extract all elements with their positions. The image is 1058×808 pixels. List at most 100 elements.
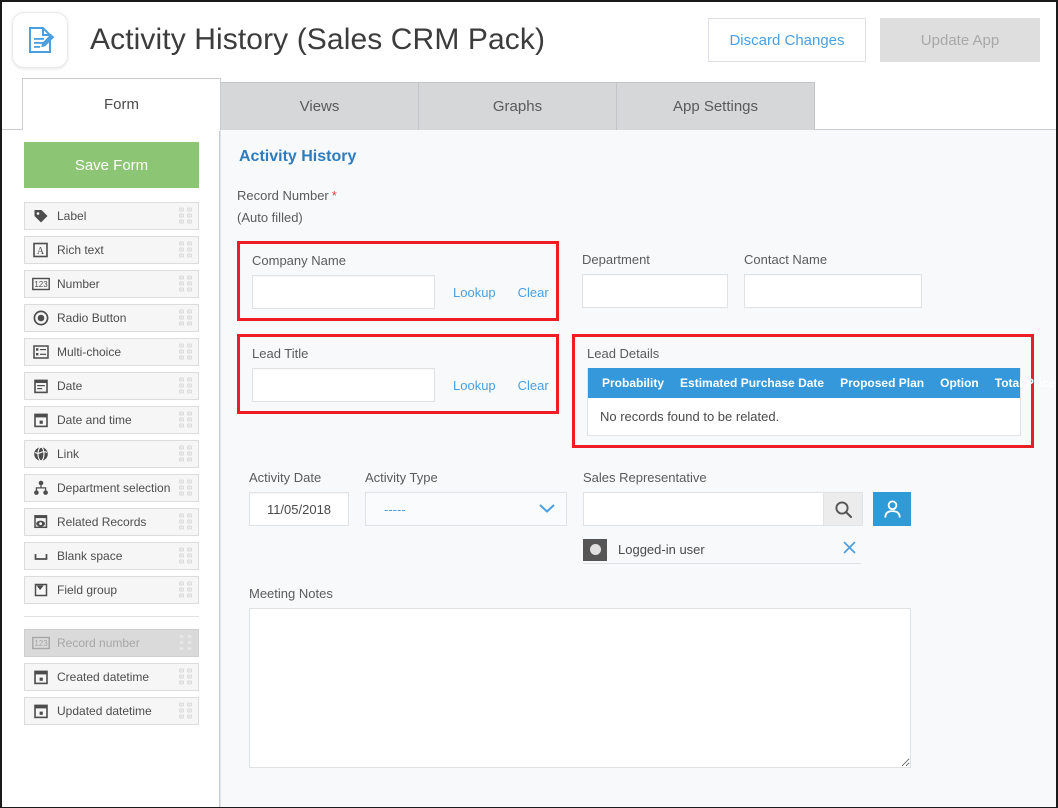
column-header-estimated-purchase-date: Estimated Purchase Date — [680, 376, 825, 390]
palette-item-rich-text[interactable]: A Rich text — [24, 236, 199, 264]
company-name-highlight-box: Company Name Lookup Clear — [237, 241, 559, 321]
field-activity-date: Activity Date 11/05/2018 — [249, 470, 349, 526]
svg-text:123: 123 — [34, 280, 48, 289]
activity-date-input[interactable]: 11/05/2018 — [249, 492, 349, 526]
blank-space-icon — [32, 547, 50, 565]
palette-item-date[interactable]: Date — [24, 372, 199, 400]
department-input[interactable] — [582, 274, 728, 308]
palette-item-label-text: Department selection — [57, 481, 171, 495]
drag-handle-icon[interactable] — [179, 479, 192, 497]
number-123-icon: 123 — [32, 634, 50, 652]
app-icon — [12, 12, 68, 68]
sales-representative-input[interactable] — [583, 492, 823, 526]
activity-date-label: Activity Date — [249, 470, 322, 485]
meeting-notes-label: Meeting Notes — [249, 586, 333, 601]
lead-title-field-group: Lookup Clear — [252, 368, 549, 402]
tab-app-settings[interactable]: App Settings — [616, 82, 815, 130]
palette-item-label-text: Related Records — [57, 515, 147, 529]
lead-details-empty-message: No records found to be related. — [600, 409, 780, 424]
palette-item-created-datetime[interactable]: Created datetime — [24, 663, 199, 691]
company-name-input[interactable] — [252, 275, 435, 309]
drag-handle-icon[interactable] — [179, 668, 192, 686]
palette-item-updated-datetime[interactable]: Updated datetime — [24, 697, 199, 725]
palette-divider — [24, 616, 199, 617]
drag-handle-icon[interactable] — [179, 377, 192, 395]
palette-item-blank-space[interactable]: Blank space — [24, 542, 199, 570]
tab-views[interactable]: Views — [220, 82, 419, 130]
palette-item-label-text: Number — [57, 277, 100, 291]
lead-details-highlight-box: Lead Details Probability Estimated Purch… — [572, 334, 1055, 448]
sales-representative-user-picker-button[interactable] — [873, 492, 911, 526]
contact-name-label: Contact Name — [744, 252, 828, 267]
calendar-clock-icon — [32, 668, 50, 686]
contact-name-input[interactable] — [744, 274, 922, 308]
drag-handle-icon[interactable] — [179, 445, 192, 463]
discard-changes-button[interactable]: Discard Changes — [708, 18, 866, 62]
field-palette-sidebar: Save Form Label A Rich text 123 Number R… — [2, 130, 220, 807]
sales-representative-label: Sales Representative — [583, 470, 707, 485]
lead-title-input[interactable] — [252, 368, 435, 402]
company-name-clear-link[interactable]: Clear — [518, 285, 549, 300]
tag-icon — [32, 207, 50, 225]
palette-item-field-group[interactable]: Field group — [24, 576, 199, 604]
company-name-lookup-link[interactable]: Lookup — [453, 285, 496, 300]
lead-details-table-header: Probability Estimated Purchase Date Prop… — [588, 368, 1055, 398]
palette-item-radio-button[interactable]: Radio Button — [24, 304, 199, 332]
rich-text-icon: A — [32, 241, 50, 259]
magnifier-icon — [834, 500, 852, 518]
close-x-icon[interactable] — [842, 540, 861, 559]
palette-item-label-text: Created datetime — [57, 670, 150, 684]
sales-representative-search-button[interactable] — [823, 492, 863, 526]
app-header: Activity History (Sales CRM Pack) Discar… — [2, 2, 1056, 78]
field-sales-representative: Sales Representative Logged-in user — [583, 470, 911, 564]
palette-item-department-selection[interactable]: Department selection — [24, 474, 199, 502]
drag-handle-icon[interactable] — [179, 513, 192, 531]
column-header-probability: Probability — [602, 376, 665, 390]
lead-title-label: Lead Title — [252, 346, 309, 361]
company-name-label: Company Name — [252, 253, 346, 268]
save-form-button[interactable]: Save Form — [24, 142, 199, 188]
drag-handle-icon[interactable] — [179, 275, 192, 293]
drag-handle-icon[interactable] — [179, 581, 192, 599]
drag-handle-icon[interactable] — [179, 547, 192, 565]
lead-details-label: Lead Details — [587, 346, 660, 361]
update-app-button[interactable]: Update App — [880, 18, 1040, 62]
company-name-field-group: Lookup Clear — [252, 275, 549, 309]
palette-item-number[interactable]: 123 Number — [24, 270, 199, 298]
document-edit-icon — [29, 27, 55, 53]
drag-handle-icon[interactable] — [179, 241, 192, 259]
palette-item-label-text: Radio Button — [57, 311, 127, 325]
palette-item-related-records[interactable]: Related Records — [24, 508, 199, 536]
palette-item-label-text: Updated datetime — [57, 704, 152, 718]
column-header-option: Option — [940, 376, 979, 390]
palette-item-date-and-time[interactable]: Date and time — [24, 406, 199, 434]
form-title: Activity History — [239, 148, 357, 165]
drag-handle-icon[interactable] — [179, 207, 192, 225]
field-meeting-notes: Meeting Notes — [249, 586, 1036, 773]
drag-handle-icon[interactable] — [179, 309, 192, 327]
drag-handle-icon[interactable] — [179, 702, 192, 720]
lead-title-lookup-link[interactable]: Lookup — [453, 378, 496, 393]
drag-handle-icon[interactable] — [179, 411, 192, 429]
chevron-down-icon — [538, 502, 556, 517]
svg-text:A: A — [37, 246, 45, 257]
drag-handle-icon[interactable] — [179, 343, 192, 361]
palette-item-label-text: Rich text — [57, 243, 104, 257]
tab-graphs[interactable]: Graphs — [418, 82, 617, 130]
activity-type-select[interactable]: ----- — [365, 492, 567, 526]
palette-item-link[interactable]: Link — [24, 440, 199, 468]
record-number-label: Record Number * — [237, 188, 1036, 203]
avatar — [583, 538, 607, 561]
meeting-notes-textarea[interactable] — [249, 608, 911, 768]
field-contact-name: Contact Name — [744, 241, 922, 308]
sales-representative-search-group — [583, 492, 863, 526]
calendar-icon — [32, 377, 50, 395]
palette-item-label[interactable]: Label — [24, 202, 199, 230]
palette-item-label-text: Date and time — [57, 413, 132, 427]
lead-details-table: Probability Estimated Purchase Date Prop… — [587, 368, 1055, 436]
palette-item-label-text: Link — [57, 447, 80, 461]
palette-item-multi-choice[interactable]: Multi-choice — [24, 338, 199, 366]
form-canvas: Activity History Record Number * (Auto fi… — [220, 130, 1056, 807]
lead-title-clear-link[interactable]: Clear — [518, 378, 549, 393]
tab-form[interactable]: Form — [22, 78, 221, 131]
